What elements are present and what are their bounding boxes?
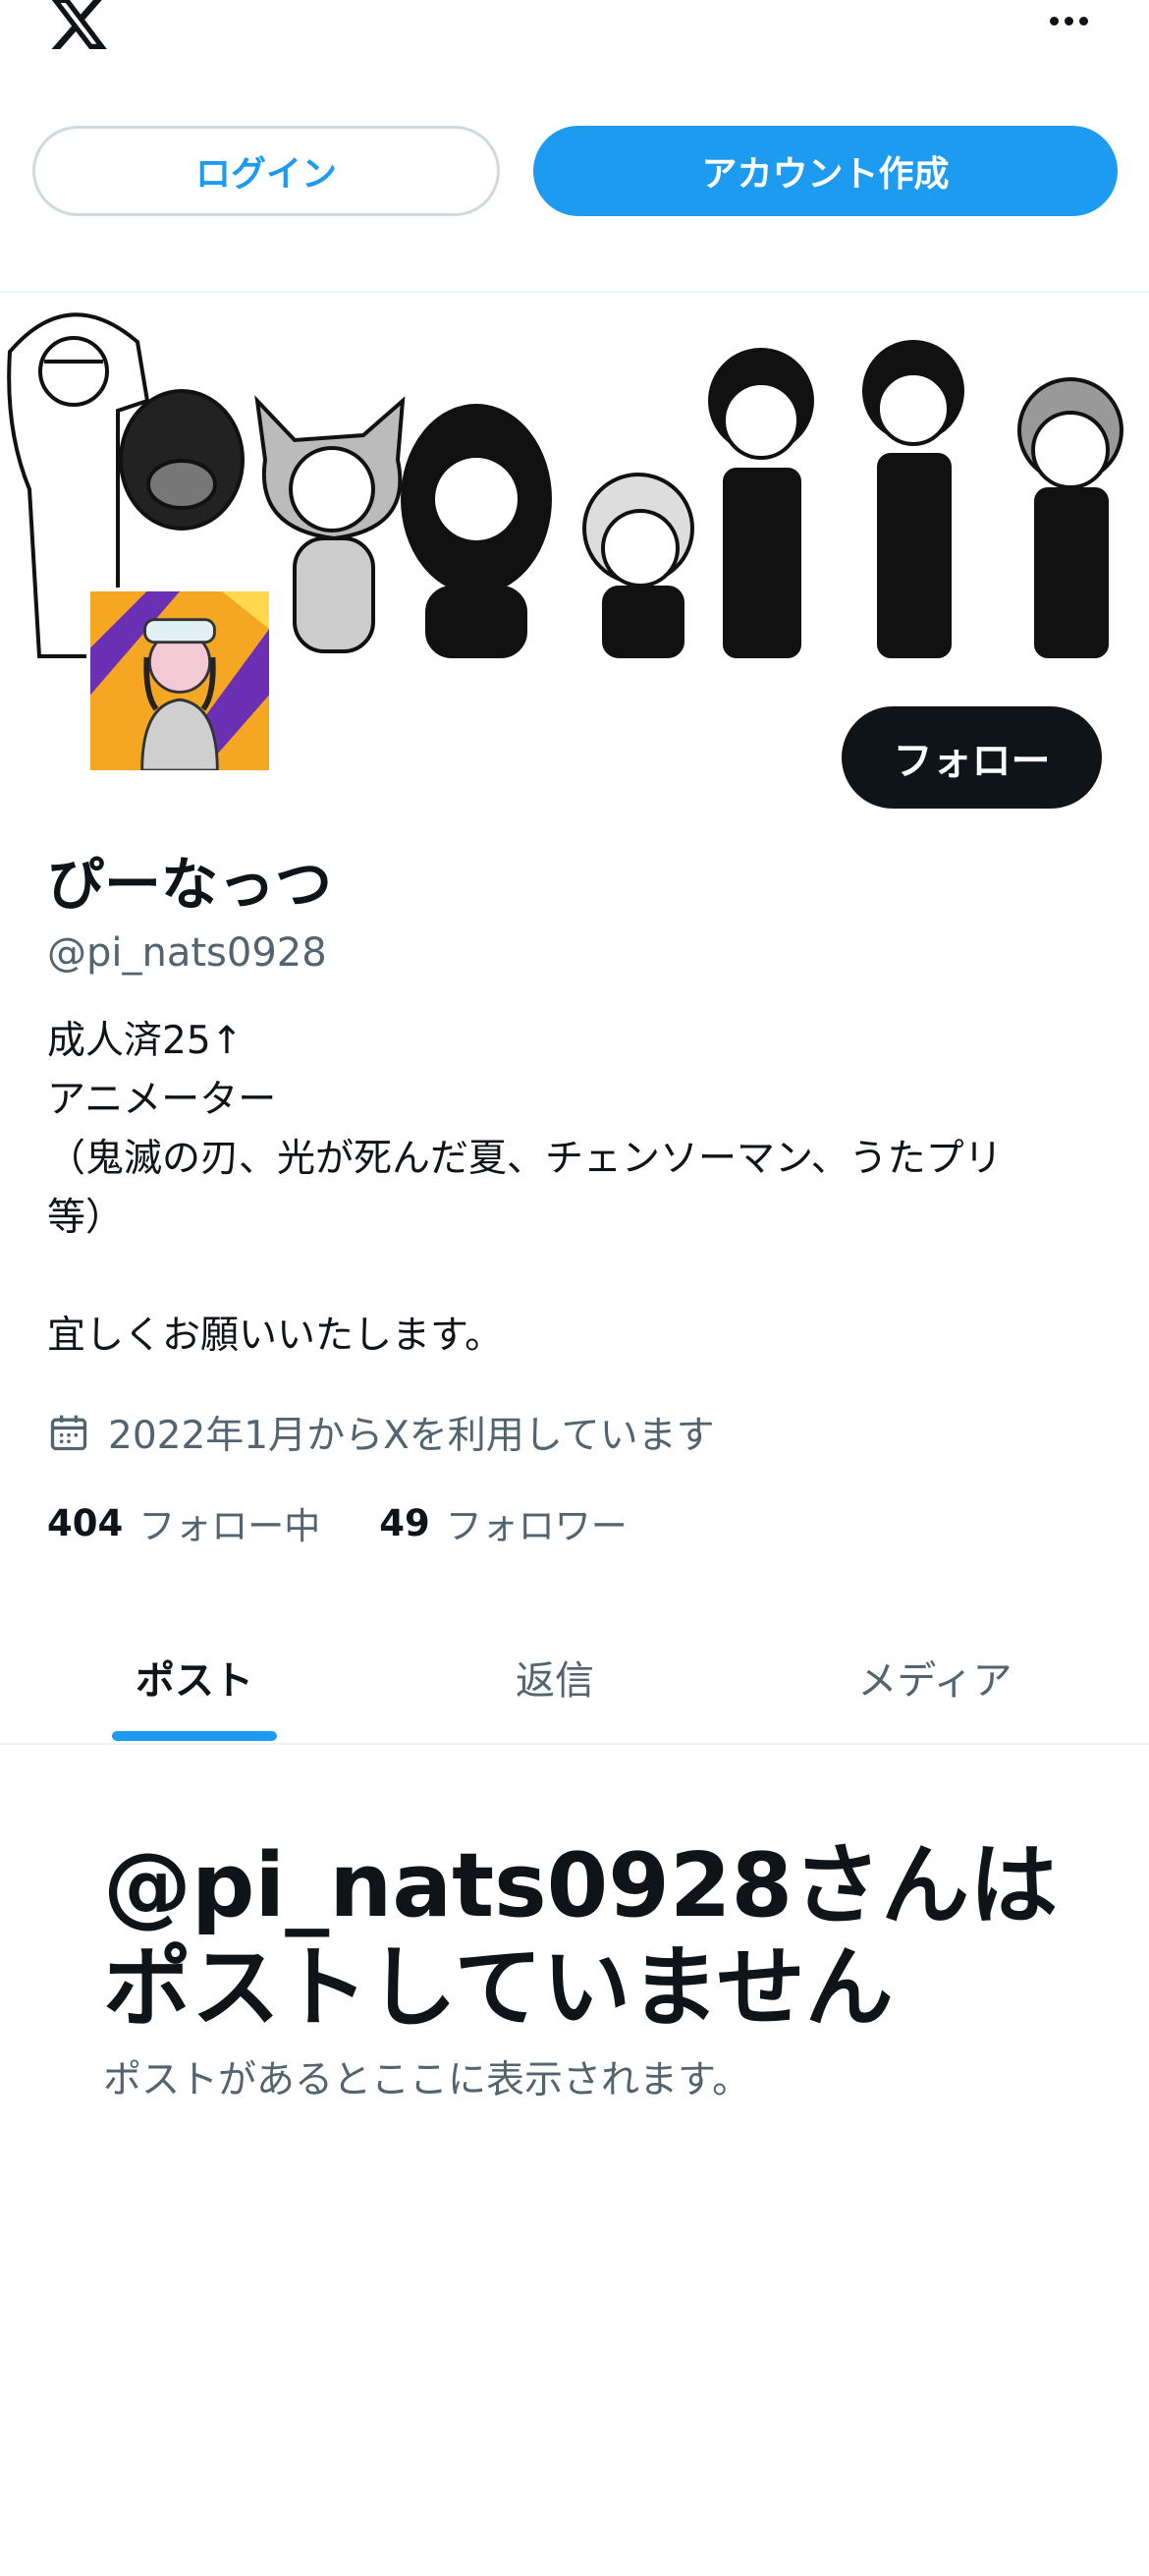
profile-bio: 成人済25↑ アニメーター （鬼滅の刃、光が死んだ夏、チェンソーマン、うたプリ … xyxy=(47,1012,1108,1366)
joined-text: 2022年1月からXを利用しています xyxy=(108,1414,715,1458)
top-bar xyxy=(0,0,1149,108)
empty-state-title: @pi_nats0928さんはポストしていません xyxy=(103,1834,1059,2040)
more-horizontal-icon[interactable] xyxy=(1043,6,1094,35)
follow-button[interactable]: フォロー xyxy=(842,706,1102,809)
following-label[interactable]: フォロー中 xyxy=(138,1496,320,1549)
login-button[interactable]: ログイン xyxy=(32,126,500,216)
joined-date: 2022年1月からXを利用しています xyxy=(47,1405,715,1460)
active-tab-indicator xyxy=(112,1731,277,1741)
tab-replies[interactable]: 返信 xyxy=(389,1611,721,1743)
followers-label[interactable]: フォロワー xyxy=(446,1496,628,1549)
bio-blank-line xyxy=(47,1248,1108,1307)
auth-buttons: ログイン アカウント作成 xyxy=(32,126,1118,216)
followers-count[interactable]: 49 xyxy=(379,1502,430,1544)
bio-line: 宜しくお願いいたします。 xyxy=(47,1314,504,1358)
bio-line: 等） xyxy=(47,1196,125,1240)
calendar-icon xyxy=(50,1415,87,1451)
empty-state-subtitle: ポストがあるとここに表示されます。 xyxy=(103,2058,751,2102)
x-logo-icon[interactable] xyxy=(47,0,110,55)
following-count[interactable]: 404 xyxy=(47,1502,123,1544)
follow-stats: 404 フォロー中 49 フォロワー xyxy=(47,1493,686,1552)
tab-media[interactable]: メディア xyxy=(721,1611,1149,1743)
profile-tabs: ポスト 返信 メディア xyxy=(0,1611,1149,1745)
bio-line: アニメーター xyxy=(47,1078,277,1122)
avatar-image xyxy=(90,591,269,770)
signup-button[interactable]: アカウント作成 xyxy=(533,126,1118,216)
display-name: ぴーなっつ xyxy=(47,851,333,918)
bio-line: （鬼滅の刃、光が死んだ夏、チェンソーマン、うたプリ xyxy=(47,1137,1003,1181)
profile-handle: @pi_nats0928 xyxy=(47,930,327,976)
profile-avatar[interactable] xyxy=(86,588,273,774)
bio-line: 成人済25↑ xyxy=(47,1019,244,1063)
tab-posts[interactable]: ポスト xyxy=(0,1611,389,1743)
